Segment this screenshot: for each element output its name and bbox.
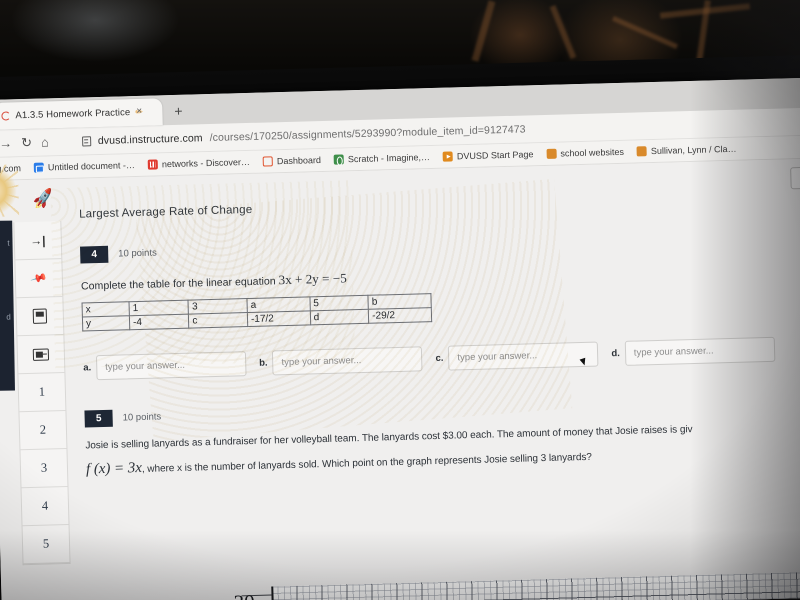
photo-vignette — [0, 0, 800, 600]
laptop-photo: A1.3.5 Homework Practice ✏ × + → ↻ ⌂ dvu… — [0, 0, 800, 600]
